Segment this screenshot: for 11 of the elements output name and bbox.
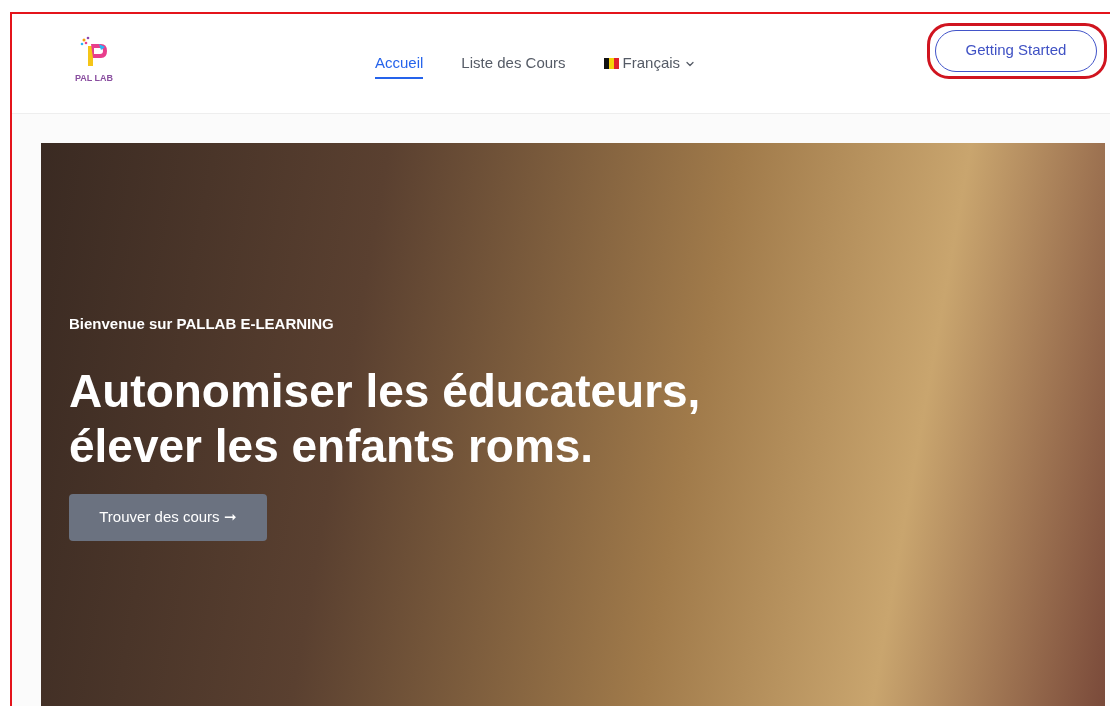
- language-dropdown[interactable]: Français: [603, 52, 697, 75]
- logo-icon: [79, 35, 109, 68]
- hero-eyebrow: Bienvenue sur PALLAB E-LEARNING: [69, 314, 334, 334]
- logo[interactable]: PAL LAB: [72, 35, 116, 86]
- hero-headline: Autonomiser les éducateurs, élever les enfants roms.: [69, 363, 701, 474]
- flag-icon: [603, 58, 619, 69]
- nav-link[interactable]: Liste des Cours: [461, 48, 566, 79]
- find-courses-button[interactable]: Trouver des cours ➞: [69, 493, 267, 541]
- nav-link[interactable]: Accueil: [375, 48, 424, 79]
- logo-text: PAL LAB: [74, 71, 114, 85]
- getting-started-button[interactable]: Getting Started: [935, 29, 1097, 72]
